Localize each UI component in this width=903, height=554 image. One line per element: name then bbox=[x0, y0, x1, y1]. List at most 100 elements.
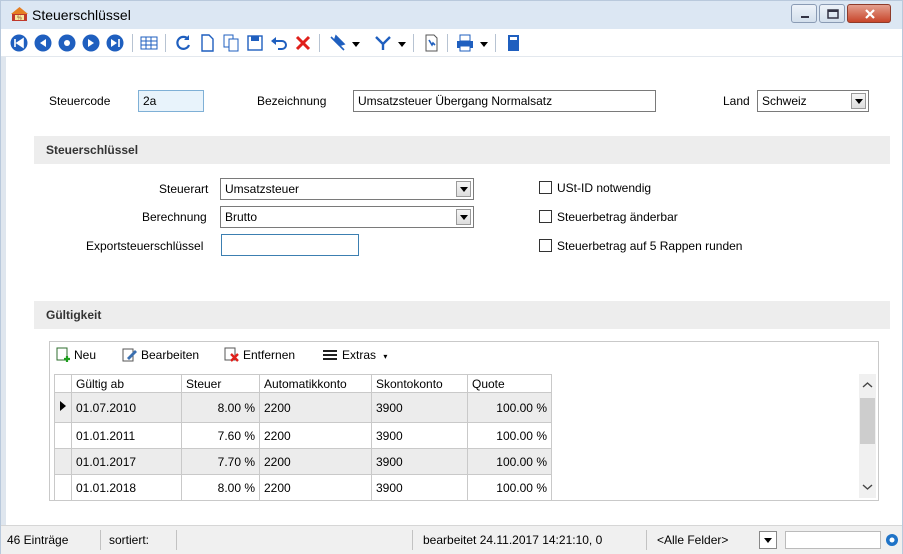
row-header-cell bbox=[54, 474, 72, 501]
section-title: Steuerschlüssel bbox=[46, 143, 139, 157]
search-go-icon[interactable] bbox=[885, 533, 899, 550]
last-record-icon[interactable] bbox=[105, 33, 125, 53]
filter-icon[interactable] bbox=[373, 33, 393, 53]
next-record-icon[interactable] bbox=[81, 33, 101, 53]
bezeichnung-label: Bezeichnung bbox=[257, 94, 327, 108]
steuerbetrag-aenderbar-checkbox[interactable] bbox=[539, 210, 552, 223]
section-steuerschluessel: Steuerschlüssel bbox=[34, 136, 890, 164]
pin-icon[interactable] bbox=[327, 33, 347, 53]
steuercode-field[interactable]: 2a bbox=[138, 90, 204, 112]
steuerbetrag-aenderbar-label: Steuerbetrag änderbar bbox=[557, 210, 678, 224]
gueltig-ab-cell[interactable]: 01.07.2010 bbox=[71, 392, 182, 423]
title-bar: % Steuerschlüssel bbox=[1, 1, 902, 29]
undo-icon[interactable] bbox=[269, 33, 289, 53]
quote-cell[interactable]: 100.00 % bbox=[467, 422, 552, 449]
gueltig-ab-cell[interactable]: 01.01.2017 bbox=[71, 448, 182, 475]
steuerart-select[interactable]: Umsatzsteuer bbox=[220, 178, 474, 200]
save-icon[interactable] bbox=[245, 33, 265, 53]
quote-cell[interactable]: 100.00 % bbox=[467, 448, 552, 475]
berechnung-select[interactable]: Brutto bbox=[220, 206, 474, 228]
field-filter-value: <Alle Felder> bbox=[657, 533, 729, 547]
record-count: 46 Einträge bbox=[3, 530, 101, 550]
chevron-down-icon[interactable] bbox=[851, 93, 866, 109]
table-row[interactable]: 01.07.2010 8.00 % 2200 3900 100.00 % bbox=[54, 392, 552, 423]
toolbar-separator bbox=[132, 34, 133, 52]
ustid-checkbox[interactable] bbox=[539, 181, 552, 194]
steuerart-label: Steuerart bbox=[159, 182, 209, 196]
column-header[interactable]: Quote bbox=[467, 374, 552, 393]
pin-dropdown-icon[interactable] bbox=[351, 33, 361, 53]
skontokonto-cell[interactable]: 3900 bbox=[371, 422, 468, 449]
refresh-icon[interactable] bbox=[173, 33, 193, 53]
berechnung-value: Brutto bbox=[225, 210, 258, 224]
neu-button[interactable]: Neu bbox=[56, 347, 96, 362]
gueltig-ab-cell[interactable]: 01.01.2018 bbox=[71, 474, 182, 501]
previous-record-icon[interactable] bbox=[33, 33, 53, 53]
steuer-cell[interactable]: 7.70 % bbox=[181, 448, 260, 475]
status-spacer bbox=[181, 530, 413, 550]
bezeichnung-field[interactable]: Umsatzsteuer Übergang Normalsatz bbox=[353, 90, 656, 112]
maximize-button[interactable] bbox=[819, 4, 845, 23]
info-book-icon[interactable] bbox=[503, 33, 523, 53]
print-icon[interactable] bbox=[455, 33, 475, 53]
skontokonto-cell[interactable]: 3900 bbox=[371, 392, 468, 423]
new-document-icon[interactable] bbox=[197, 33, 217, 53]
exportsteuerschluessel-field[interactable] bbox=[221, 234, 359, 256]
field-filter-dropdown[interactable] bbox=[759, 531, 777, 549]
column-header[interactable]: Steuer bbox=[181, 374, 260, 393]
sort-status: sortiert: bbox=[105, 530, 177, 550]
column-header[interactable]: Gültig ab bbox=[71, 374, 182, 393]
column-header[interactable]: Automatikkonto bbox=[259, 374, 372, 393]
automatikkonto-cell[interactable]: 2200 bbox=[259, 422, 372, 449]
runden-checkbox[interactable] bbox=[539, 239, 552, 252]
vertical-scrollbar[interactable] bbox=[859, 374, 876, 498]
quote-cell[interactable]: 100.00 % bbox=[467, 474, 552, 501]
copy-icon[interactable] bbox=[221, 33, 241, 53]
table-row[interactable]: 01.01.2018 8.00 % 2200 3900 100.00 % bbox=[54, 474, 552, 501]
bearbeiten-button[interactable]: Bearbeiten bbox=[122, 348, 199, 362]
berechnung-label: Berechnung bbox=[142, 210, 207, 224]
next-page-icon[interactable] bbox=[57, 33, 77, 53]
automatikkonto-cell[interactable]: 2200 bbox=[259, 448, 372, 475]
toolbar bbox=[1, 29, 902, 57]
app-window: % Steuerschlüssel Steuercode 2a Bezeichn… bbox=[0, 0, 903, 554]
column-header[interactable]: Skontokonto bbox=[371, 374, 468, 393]
section-title: Gültigkeit bbox=[46, 308, 102, 322]
quote-cell[interactable]: 100.00 % bbox=[467, 392, 552, 423]
scrollbar-thumb[interactable] bbox=[860, 398, 875, 444]
toolbar-separator bbox=[165, 34, 166, 52]
close-button[interactable] bbox=[847, 4, 891, 23]
chevron-down-icon[interactable] bbox=[456, 209, 471, 225]
table-row[interactable]: 01.01.2011 7.60 % 2200 3900 100.00 % bbox=[54, 422, 552, 449]
minimize-button[interactable] bbox=[791, 4, 817, 23]
table-view-icon[interactable] bbox=[139, 33, 159, 53]
steuer-cell[interactable]: 8.00 % bbox=[181, 392, 260, 423]
land-select[interactable]: Schweiz bbox=[757, 90, 869, 112]
toolbar-separator bbox=[447, 34, 448, 52]
print-dropdown-icon[interactable] bbox=[479, 33, 489, 53]
automatikkonto-cell[interactable]: 2200 bbox=[259, 474, 372, 501]
chevron-down-icon[interactable] bbox=[456, 181, 471, 197]
chevron-up-icon[interactable] bbox=[859, 378, 876, 392]
first-record-icon[interactable] bbox=[9, 33, 29, 53]
edited-timestamp: bearbeitet 24.11.2017 14:21:10, 0 bbox=[419, 530, 647, 550]
entfernen-button[interactable]: Entfernen bbox=[224, 347, 295, 362]
document-search-icon[interactable] bbox=[421, 33, 441, 53]
extras-menu[interactable]: Extras ▾ bbox=[322, 348, 387, 362]
filter-dropdown-icon[interactable] bbox=[397, 33, 407, 53]
skontokonto-cell[interactable]: 3900 bbox=[371, 448, 468, 475]
steuer-cell[interactable]: 8.00 % bbox=[181, 474, 260, 501]
table-header-row: Gültig ab Steuer Automatikkonto Skontoko… bbox=[54, 374, 552, 393]
status-bar: 46 Einträge sortiert: bearbeitet 24.11.2… bbox=[1, 525, 902, 554]
field-filter-select[interactable]: <Alle Felder> bbox=[653, 530, 755, 550]
table-row[interactable]: 01.01.2017 7.70 % 2200 3900 100.00 % bbox=[54, 448, 552, 475]
automatikkonto-cell[interactable]: 2200 bbox=[259, 392, 372, 423]
chevron-down-icon[interactable] bbox=[859, 480, 876, 494]
remove-icon bbox=[224, 347, 239, 362]
window-title: Steuerschlüssel bbox=[32, 7, 131, 23]
gueltig-ab-cell[interactable]: 01.01.2011 bbox=[71, 422, 182, 449]
search-input[interactable] bbox=[785, 531, 881, 549]
steuer-cell[interactable]: 7.60 % bbox=[181, 422, 260, 449]
skontokonto-cell[interactable]: 3900 bbox=[371, 474, 468, 501]
delete-icon[interactable] bbox=[293, 33, 313, 53]
